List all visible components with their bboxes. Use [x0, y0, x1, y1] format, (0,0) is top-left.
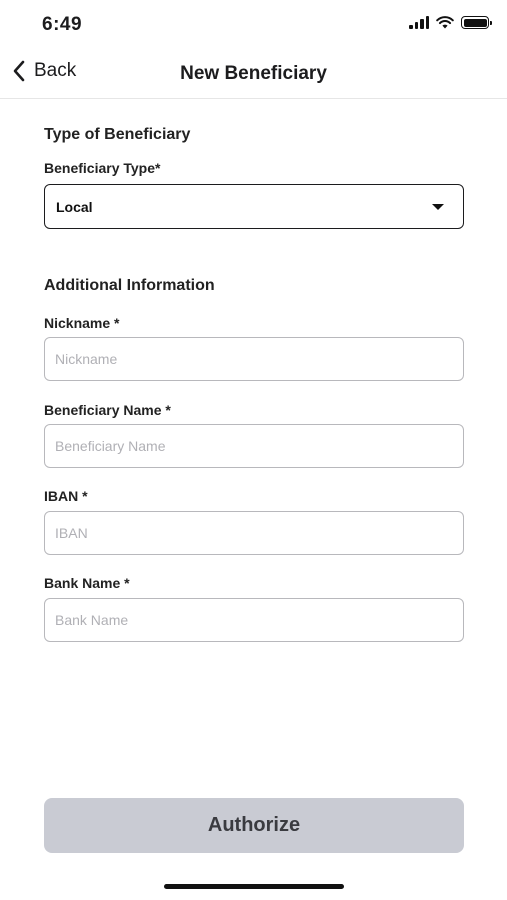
- caret-down-icon: [432, 204, 444, 210]
- bank-name-input[interactable]: [44, 598, 464, 642]
- status-time: 6:49: [42, 14, 83, 35]
- wifi-icon: [436, 16, 454, 29]
- iban-label: IBAN *: [44, 488, 88, 504]
- status-bar: 6:49: [0, 0, 507, 50]
- authorize-button[interactable]: Authorize: [44, 798, 464, 853]
- beneficiary-name-label: Beneficiary Name *: [44, 402, 171, 418]
- iban-input[interactable]: [44, 511, 464, 555]
- page-title: New Beneficiary: [180, 63, 327, 84]
- new-beneficiary-screen: 6:49 Back New Beneficiary Type of Benefi…: [0, 0, 507, 900]
- home-indicator: [164, 884, 344, 889]
- cellular-signal-icon: [409, 16, 429, 29]
- type-section-title: Type of Beneficiary: [44, 126, 191, 143]
- beneficiary-name-input[interactable]: [44, 424, 464, 468]
- beneficiary-type-value: Local: [56, 199, 93, 215]
- additional-section-title: Additional Information: [44, 277, 215, 294]
- nickname-input[interactable]: [44, 337, 464, 381]
- battery-icon: [461, 16, 492, 29]
- nickname-label: Nickname *: [44, 315, 120, 331]
- beneficiary-type-label: Beneficiary Type*: [44, 160, 161, 176]
- navigation-bar: Back New Beneficiary: [0, 50, 507, 99]
- bank-name-label: Bank Name *: [44, 575, 130, 591]
- beneficiary-type-dropdown[interactable]: Local: [44, 184, 464, 229]
- status-icons: [409, 16, 492, 29]
